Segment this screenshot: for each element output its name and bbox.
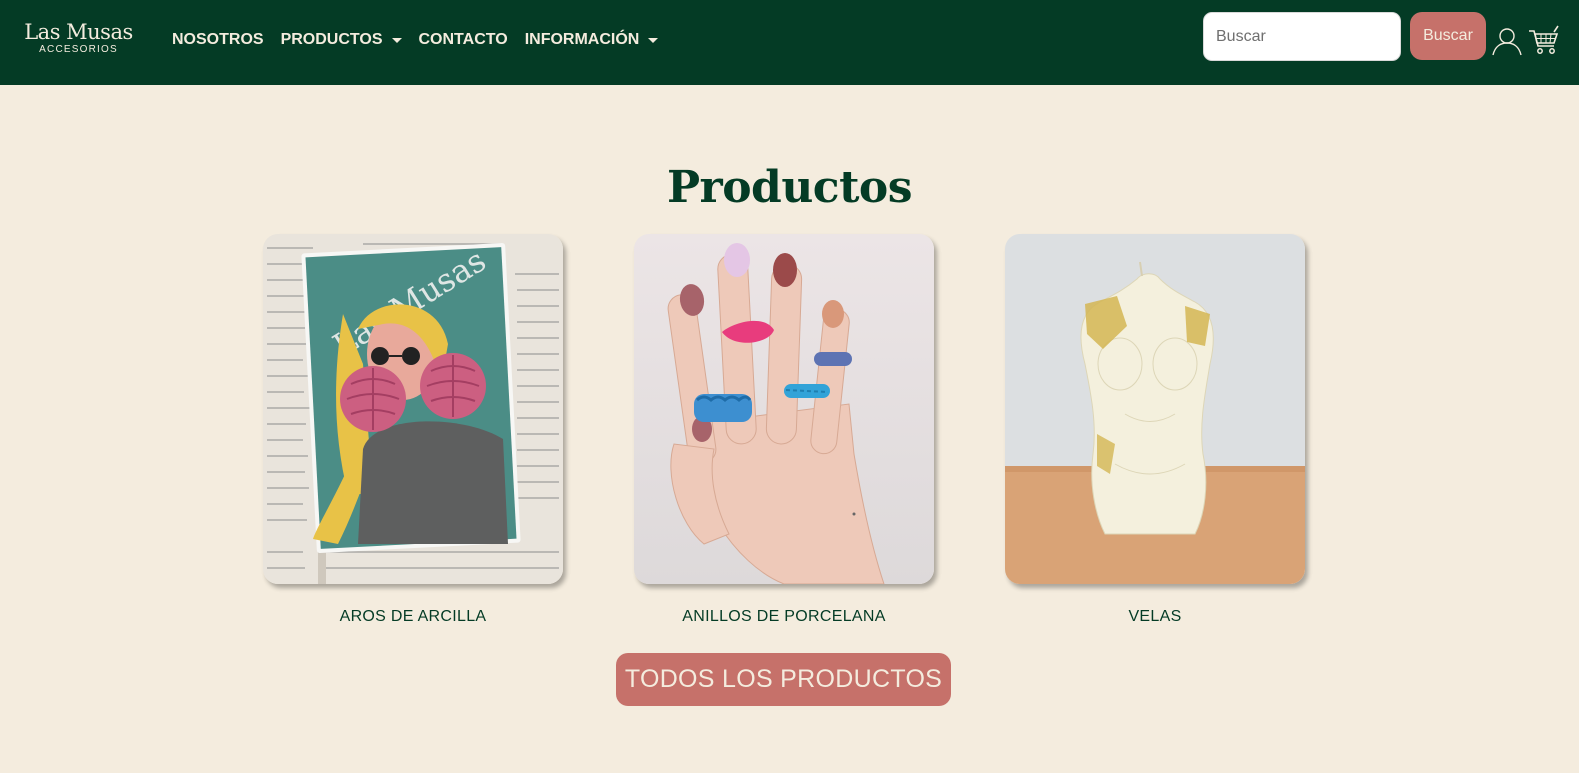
all-products-button[interactable]: TODOS LOS PRODUCTOS xyxy=(616,653,951,706)
main-menu: NOSOTROS PRODUCTOS CONTACTO INFORMACIÓN xyxy=(172,30,659,50)
top-navbar: Las Musas ACCESORIOS NOSOTROS PRODUCTOS … xyxy=(0,0,1579,85)
search-input[interactable] xyxy=(1203,12,1401,61)
product-image-velas[interactable] xyxy=(1005,234,1305,584)
user-icon[interactable] xyxy=(1490,24,1524,58)
product-label-aros[interactable]: AROS DE ARCILLA xyxy=(263,607,563,627)
product-label-velas[interactable]: VELAS xyxy=(1005,607,1305,627)
product-card-aros[interactable]: Las Musas AROS DE ARCILLA xyxy=(263,234,563,627)
caret-down-icon xyxy=(648,37,659,43)
brand-logo[interactable]: Las Musas ACCESORIOS xyxy=(21,20,136,56)
nav-nosotros[interactable]: NOSOTROS xyxy=(172,30,264,50)
nav-contacto[interactable]: CONTACTO xyxy=(419,30,508,50)
product-image-aros[interactable]: Las Musas xyxy=(263,234,563,584)
search-button[interactable]: Buscar xyxy=(1410,12,1486,60)
product-card-anillos[interactable]: ANILLOS DE PORCELANA xyxy=(634,234,934,627)
nav-informacion-dropdown[interactable]: INFORMACIÓN xyxy=(525,30,659,50)
caret-down-icon xyxy=(391,37,402,43)
shopping-cart-icon[interactable] xyxy=(1527,24,1561,58)
brand-name: Las Musas xyxy=(24,20,133,44)
product-card-velas[interactable]: VELAS xyxy=(1005,234,1305,627)
product-image-anillos[interactable] xyxy=(634,234,934,584)
product-label-anillos[interactable]: ANILLOS DE PORCELANA xyxy=(634,607,934,627)
section-title: Productos xyxy=(666,162,913,213)
brand-subtitle: ACCESORIOS xyxy=(39,44,118,55)
nav-productos-dropdown[interactable]: PRODUCTOS xyxy=(281,30,402,50)
